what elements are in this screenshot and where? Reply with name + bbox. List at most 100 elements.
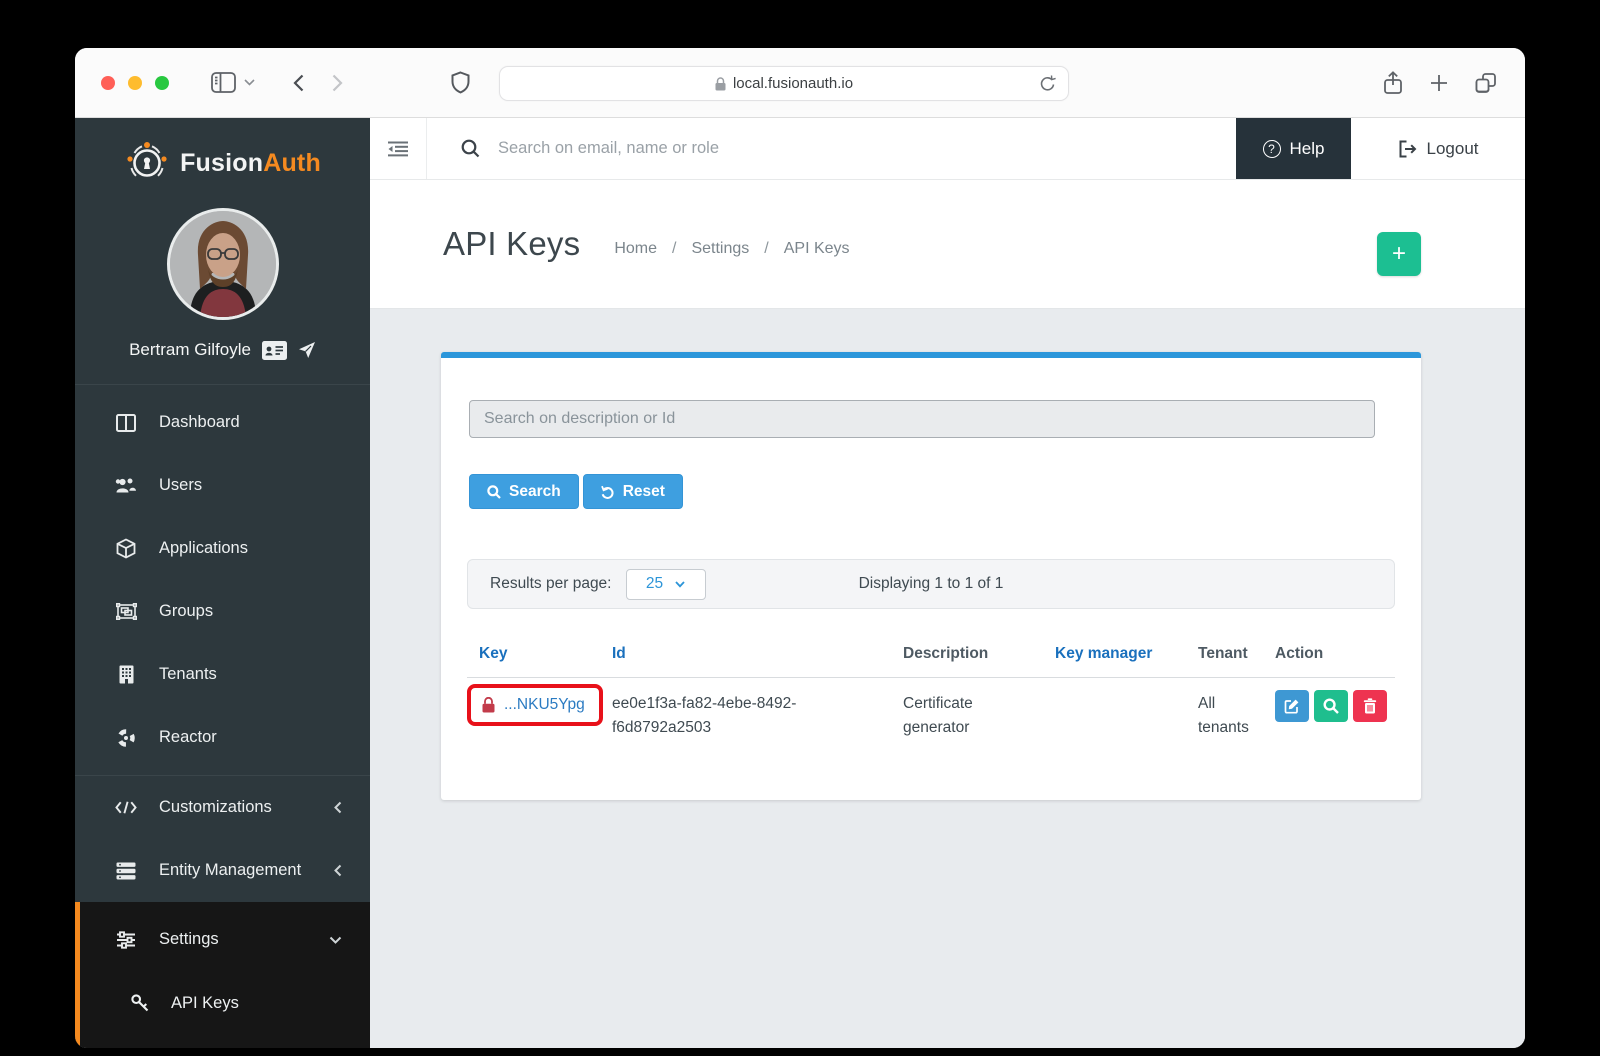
results-bar: Results per page: 25 Displaying 1 to 1 o… (467, 559, 1395, 609)
page-header: API Keys Home / Settings / API Keys + (370, 180, 1525, 309)
global-search-input[interactable] (498, 139, 1098, 158)
new-tab-icon[interactable] (1429, 73, 1449, 93)
reset-button-label: Reset (623, 483, 665, 501)
add-api-key-button[interactable]: + (1377, 232, 1421, 276)
sidebar-item-reactor[interactable]: Reactor (75, 706, 370, 769)
api-key-description: Certificate generator (903, 692, 1021, 740)
api-key-tenant: All tenants (1198, 692, 1260, 740)
description-search-input[interactable] (469, 400, 1375, 438)
sidebar-item-tenants[interactable]: Tenants (75, 643, 370, 706)
nav-label: Customizations (159, 798, 272, 817)
header-key[interactable]: Key (467, 645, 612, 663)
api-keys-card: Search Reset Results per page: 25 (441, 352, 1421, 800)
tab-overview-icon[interactable] (1475, 72, 1497, 94)
nav-label: Entity Management (159, 861, 301, 880)
app-top-bar: ? Help Logout (370, 118, 1525, 180)
api-key-key-manager (1055, 688, 1198, 740)
code-icon (115, 800, 137, 815)
locale-plane-icon[interactable] (298, 341, 316, 359)
chevron-left-icon (334, 801, 342, 814)
user-avatar (167, 208, 279, 320)
breadcrumb-settings[interactable]: Settings (691, 240, 749, 258)
global-search (427, 118, 1236, 179)
view-button[interactable] (1314, 690, 1348, 722)
sidebar-item-api-keys[interactable]: API Keys (80, 971, 370, 1035)
help-label: Help (1290, 139, 1325, 159)
sidebar-item-dashboard[interactable]: Dashboard (75, 391, 370, 454)
maximize-button[interactable] (155, 76, 169, 90)
search-button[interactable]: Search (469, 474, 579, 509)
nav-label: Applications (159, 539, 248, 558)
sliders-icon (115, 931, 137, 949)
displaying-text: Displaying 1 to 1 of 1 (468, 575, 1394, 593)
building-icon (115, 665, 137, 684)
table-row: ...NKU5Ypg ee0e1f3a-fa82-4ebe-8492-f6d87… (467, 678, 1395, 740)
privacy-shield-icon[interactable] (451, 71, 470, 94)
sidebar-settings-section: Settings API Keys (75, 902, 370, 1048)
nav-label: Dashboard (159, 413, 240, 432)
table-header-row: Key Id Description Key manager Tenant Ac… (467, 645, 1395, 678)
collapse-menu-button[interactable] (370, 118, 427, 179)
refresh-icon[interactable] (1039, 75, 1056, 93)
header-description: Description (903, 645, 1055, 663)
page-title: API Keys (443, 225, 580, 263)
user-name: Bertram Gilfoyle (129, 340, 251, 360)
sidebar-nav: Dashboard Users Applications Groups Tena… (75, 385, 370, 775)
delete-button[interactable] (1353, 690, 1387, 722)
radiation-icon (115, 728, 137, 748)
nav-label: Tenants (159, 665, 217, 684)
breadcrumb: Home / Settings / API Keys (614, 240, 849, 258)
nav-label: API Keys (171, 994, 239, 1013)
api-key-id: ee0e1f3a-fa82-4ebe-8492-f6d8792a2503 (612, 692, 842, 740)
url-bar[interactable]: local.fusionauth.io (499, 66, 1069, 101)
nav-label: Settings (159, 930, 219, 949)
breadcrumb-api-keys[interactable]: API Keys (784, 240, 850, 258)
sidebar-item-entity-management[interactable]: Entity Management (75, 839, 370, 902)
help-button[interactable]: ? Help (1236, 118, 1351, 179)
search-icon (461, 139, 480, 158)
edit-button[interactable] (1275, 690, 1309, 722)
browser-window: local.fusionauth.io (75, 48, 1525, 1048)
lock-icon (715, 77, 726, 91)
sidebar-item-settings[interactable]: Settings (80, 908, 370, 971)
chevron-down-icon (329, 936, 342, 944)
header-key-manager[interactable]: Key manager (1055, 645, 1198, 663)
logout-label: Logout (1427, 139, 1479, 159)
brand-text: FusionAuth (180, 149, 321, 178)
content-area: Search Reset Results per page: 25 (370, 309, 1525, 1048)
fusionauth-logo: FusionAuth (75, 138, 370, 188)
object-group-icon (115, 603, 137, 620)
header-id[interactable]: Id (612, 645, 903, 663)
breadcrumb-home[interactable]: Home (614, 240, 657, 258)
forward-button[interactable] (332, 74, 343, 92)
back-button[interactable] (293, 74, 304, 92)
row-actions (1275, 688, 1395, 722)
nav-label: Groups (159, 602, 213, 621)
nav-label: Reactor (159, 728, 217, 747)
close-button[interactable] (101, 76, 115, 90)
users-icon (115, 477, 137, 494)
sidebar-item-applications[interactable]: Applications (75, 517, 370, 580)
nav-label: Users (159, 476, 202, 495)
chevron-left-icon (334, 864, 342, 877)
id-card-icon[interactable] (262, 341, 287, 360)
reset-button[interactable]: Reset (583, 474, 683, 509)
logout-button[interactable]: Logout (1351, 118, 1525, 179)
server-icon (115, 862, 137, 880)
search-button-label: Search (509, 483, 561, 501)
sidebar-item-users[interactable]: Users (75, 454, 370, 517)
annotation-highlight-box: ...NKU5Ypg (467, 684, 603, 726)
api-key-link[interactable]: ...NKU5Ypg (504, 696, 585, 714)
sidebar-nav-groups: Customizations Entity Management (75, 775, 370, 902)
sidebar: FusionAuth Bert (75, 118, 370, 1048)
fusionauth-logo-icon (124, 140, 170, 186)
browser-toolbar: local.fusionauth.io (75, 48, 1525, 118)
cube-icon (115, 538, 137, 559)
chevron-down-icon[interactable] (244, 79, 255, 86)
sidebar-panel-icon[interactable] (211, 72, 236, 93)
sidebar-item-customizations[interactable]: Customizations (75, 776, 370, 839)
sidebar-user-panel: FusionAuth Bert (75, 118, 370, 385)
minimize-button[interactable] (128, 76, 142, 90)
sidebar-item-groups[interactable]: Groups (75, 580, 370, 643)
share-icon[interactable] (1383, 71, 1403, 95)
